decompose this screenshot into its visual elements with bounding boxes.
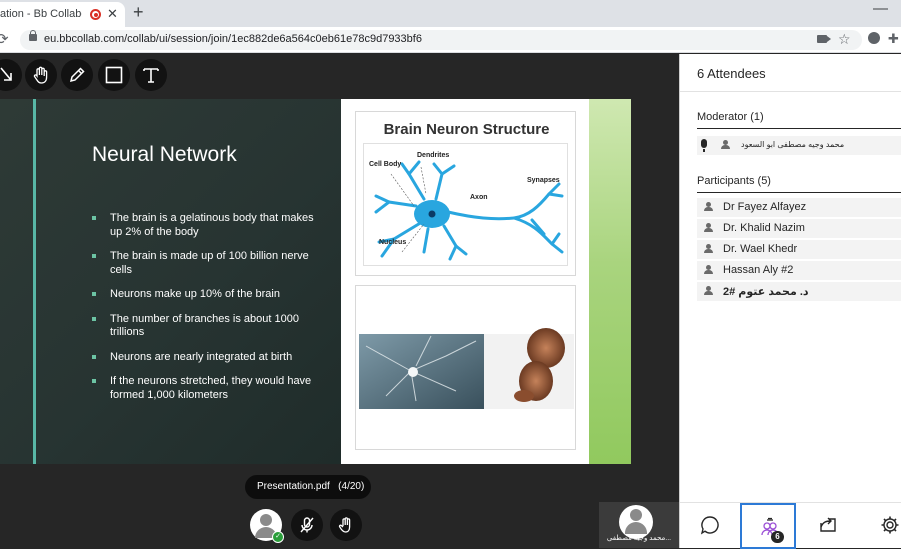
url-text: eu.bbcollab.com/collab/ui/session/join/1… <box>44 33 422 45</box>
moderator-row[interactable]: محمد وجيه مصطفى ابو السعود <box>697 136 901 155</box>
participant-row[interactable]: Dr. Khalid Nazim <box>697 219 901 238</box>
hand-tool-button[interactable] <box>25 59 57 91</box>
bullet-item: The brain is a gelatinous body that make… <box>92 212 322 239</box>
attendee-name: Hassan Aly #2 <box>723 264 794 276</box>
gear-icon <box>881 516 899 534</box>
mic-muted-icon <box>300 517 314 533</box>
neuron-fetus-photo <box>359 328 574 409</box>
bookmark-star-icon[interactable]: ☆ <box>838 31 851 48</box>
attendee-name: محمد وجيه مصطفى ابو السعود <box>741 140 845 149</box>
presentation-filename: Presentation.pdf <box>257 481 330 492</box>
chat-icon <box>700 516 719 535</box>
dendrites-label: Dendrites <box>417 152 450 159</box>
slide-title: Neural Network <box>92 143 237 166</box>
self-video-tile[interactable]: محمد وجيه مصطفى... <box>599 502 679 548</box>
bullet-item: If the neurons stretched, they would hav… <box>92 375 322 402</box>
lock-icon <box>29 30 37 41</box>
neuron-diagram: Brain Neuron Structure Cell Body Dendrit… <box>355 111 576 276</box>
participant-row[interactable]: Dr Fayez Alfayez <box>697 198 901 217</box>
select-icon <box>0 67 12 81</box>
my-status-button[interactable]: ✓ <box>250 509 284 543</box>
attendees-title: 6 Attendees <box>697 66 766 81</box>
browser-tab-bar: ation - Bb Collaborat ✕ + — <box>0 0 901 27</box>
recording-icon <box>90 9 101 20</box>
bullet-item: The brain is made up of 100 billion nerv… <box>92 250 322 277</box>
attendees-panel: 6 Attendees Moderator (1) محمد وجيه مصطف… <box>679 54 901 549</box>
tab-settings[interactable] <box>862 503 901 549</box>
pencil-tool-button[interactable] <box>61 59 93 91</box>
neuron-illustration: Cell Body Dendrites Synapses Axon Nucleu… <box>363 143 568 266</box>
select-tool-button[interactable] <box>0 59 22 91</box>
microphone-toggle[interactable] <box>291 509 323 541</box>
extension-icon[interactable] <box>868 32 880 44</box>
minimize-button[interactable]: — <box>873 0 888 17</box>
participant-row[interactable]: Hassan Aly #2 <box>697 261 901 280</box>
moderator-heading: Moderator (1) <box>697 111 764 123</box>
person-icon <box>703 223 713 233</box>
tab-chat[interactable] <box>682 503 738 549</box>
moderator-divider <box>697 128 901 129</box>
raise-hand-icon <box>338 517 351 533</box>
slide-bullet-list: The brain is a gelatinous body that make… <box>92 212 322 413</box>
shared-slide: Neural Network The brain is a gelatinous… <box>0 99 631 464</box>
axon-label: Axon <box>470 194 488 201</box>
hand-icon <box>33 66 48 84</box>
text-icon <box>143 68 159 83</box>
attendee-name: Dr. Wael Khedr <box>723 243 798 255</box>
slide-accent-stripe <box>33 99 36 464</box>
neuron-photo-card <box>355 285 576 450</box>
browser-tab[interactable]: ation - Bb Collaborat ✕ <box>0 2 125 27</box>
slide-green-border <box>589 99 631 464</box>
share-icon <box>820 517 836 532</box>
camera-icon[interactable] <box>817 35 831 43</box>
person-icon <box>703 202 713 212</box>
bullet-item: Neurons are nearly integrated at birth <box>92 351 322 365</box>
attendee-name: د. محمد عتوم #2 <box>723 286 809 298</box>
attendee-count-badge: 6 <box>771 531 784 543</box>
person-icon <box>703 286 713 296</box>
person-icon <box>720 140 730 150</box>
participants-divider <box>697 192 901 193</box>
raise-hand-button[interactable] <box>330 509 362 541</box>
tab-title: ation - Bb Collaborat <box>0 8 82 20</box>
bullet-item: The number of branches is about 1000 tri… <box>92 313 322 340</box>
tab-attendees[interactable]: 6 <box>740 503 796 549</box>
attendee-name: Dr. Khalid Nazim <box>723 222 805 234</box>
panel-tab-bar: 6 <box>680 502 901 549</box>
browser-toolbar: ⟳ eu.bbcollab.com/collab/ui/session/join… <box>0 27 901 53</box>
panel-header: 6 Attendees <box>680 54 901 92</box>
new-tab-button[interactable]: + <box>133 2 144 23</box>
cell-body-label: Cell Body <box>369 161 402 168</box>
participant-row[interactable]: Dr. Wael Khedr <box>697 240 901 259</box>
presentation-label: Presentation.pdf (4/20) <box>245 475 371 499</box>
bullet-item: Neurons make up 10% of the brain <box>92 288 322 302</box>
address-bar[interactable]: eu.bbcollab.com/collab/ui/session/join/1… <box>20 30 862 50</box>
pencil-icon <box>69 67 85 83</box>
microphone-icon <box>701 139 707 152</box>
shape-tool-button[interactable] <box>98 59 130 91</box>
square-icon <box>105 66 123 84</box>
text-tool-button[interactable] <box>135 59 167 91</box>
person-icon <box>703 265 713 275</box>
participants-heading: Participants (5) <box>697 175 771 187</box>
presentation-page: (4/20) <box>338 481 365 492</box>
avatar-head <box>260 514 272 526</box>
tab-share-content[interactable] <box>800 503 856 549</box>
diagram-title: Brain Neuron Structure <box>383 121 550 138</box>
nucleus-label: Nucleus <box>379 239 407 246</box>
person-icon <box>703 244 713 254</box>
slide-image-area: Brain Neuron Structure Cell Body Dendrit… <box>341 99 589 464</box>
participant-row[interactable]: د. محمد عتوم #2 <box>697 282 901 301</box>
close-tab-icon[interactable]: ✕ <box>107 6 118 22</box>
check-icon: ✓ <box>272 531 284 543</box>
puzzle-icon[interactable]: ✚ <box>888 31 899 47</box>
presentation-stage: Neural Network The brain is a gelatinous… <box>0 54 679 548</box>
reload-icon[interactable]: ⟳ <box>0 30 9 48</box>
self-name: محمد وجيه مصطفى... <box>606 535 672 542</box>
slide-text-area: Neural Network The brain is a gelatinous… <box>0 99 341 464</box>
attendee-name: Dr Fayez Alfayez <box>723 201 807 213</box>
synapses-label: Synapses <box>527 177 560 184</box>
